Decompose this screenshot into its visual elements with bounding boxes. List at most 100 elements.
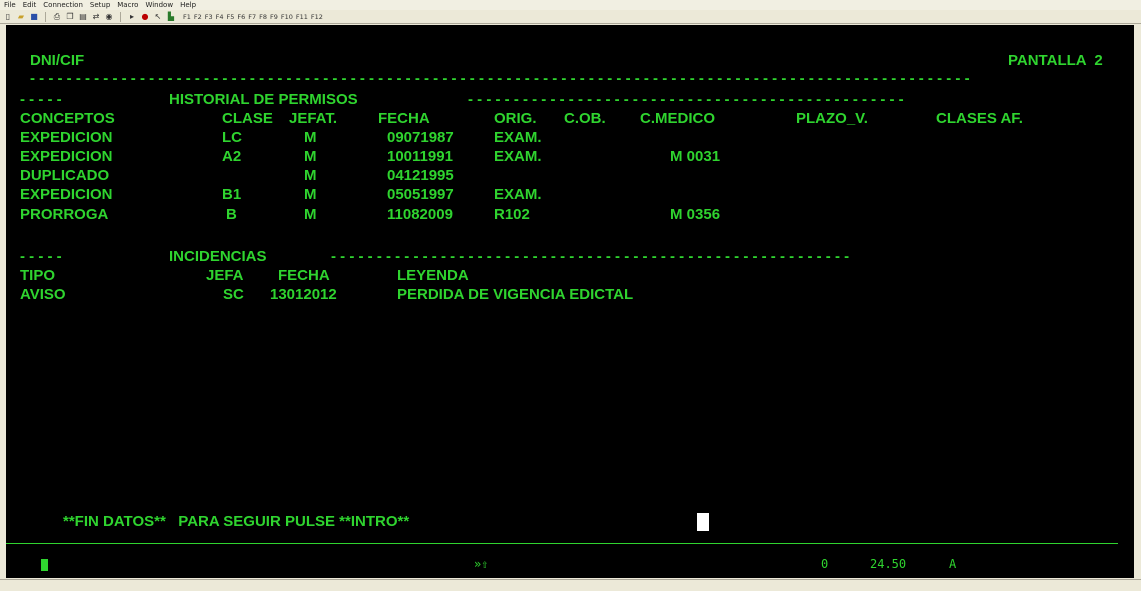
fkey-f8[interactable]: F8 <box>259 13 267 21</box>
cell-concepto: DUPLICADO <box>20 167 110 184</box>
col-cmedico: C.MEDICO <box>640 110 715 127</box>
screen-title: DNI/CIF <box>30 52 85 69</box>
menu-edit[interactable]: Edit <box>23 0 37 10</box>
copy-icon[interactable]: ❐ <box>65 12 75 22</box>
menu-macro[interactable]: Macro <box>117 0 138 10</box>
section-incidencias-row: - - - - - INCIDENCIAS - - - - - - - - - … <box>6 247 1121 266</box>
cell-clase: A2 <box>222 148 242 165</box>
col-leyenda: LEYENDA <box>397 267 469 284</box>
cell-cmedico: M 0031 <box>670 148 721 165</box>
cell-jefat: M <box>304 129 317 146</box>
col-jefat: JEFAT. <box>289 110 338 127</box>
menu-setup[interactable]: Setup <box>90 0 110 10</box>
keyboard-map-icon[interactable]: ▙ <box>166 12 176 22</box>
cell-concepto: EXPEDICION <box>20 186 113 203</box>
fkey-f6[interactable]: F6 <box>237 13 245 21</box>
title-row: DNI/CIF PANTALLA 2 <box>6 51 1103 70</box>
status-indicator-block <box>41 559 48 571</box>
save-icon[interactable]: ■ <box>29 12 39 22</box>
cell-jefa: SC <box>223 286 244 303</box>
function-keys: F1 F2 F3 F4 F5 F6 F7 F8 F9 F10 F11 F12 <box>183 13 323 21</box>
table-row: PRORROGA B M 11082009 R102 M 0356 <box>6 205 720 224</box>
fkey-f2[interactable]: F2 <box>194 13 202 21</box>
cell-fecha: 09071987 <box>387 129 454 146</box>
menu-file[interactable]: File <box>4 0 16 10</box>
toolbar-separator <box>45 11 46 22</box>
col-cob: C.OB. <box>564 110 606 127</box>
text-cursor <box>697 513 709 531</box>
cell-clase: LC <box>222 129 242 146</box>
cell-concepto: EXPEDICION <box>20 148 113 165</box>
new-file-icon[interactable]: ▯ <box>3 12 13 22</box>
col-orig: ORIG. <box>494 110 537 127</box>
status-code: 0 <box>821 557 829 571</box>
cell-jefat: M <box>304 167 317 184</box>
permisos-header-row: CONCEPTOS CLASE JEFAT. FECHA ORIG. C.OB.… <box>6 109 1023 128</box>
col-clases-af: CLASES AF. <box>936 110 1023 127</box>
fkey-f1[interactable]: F1 <box>183 13 191 21</box>
footer-message: **FIN DATOS** PARA SEGUIR PULSE **INTRO*… <box>63 513 410 530</box>
table-row: EXPEDICION A2 M 10011991 EXAM. M 0031 <box>6 147 720 166</box>
section-dashes-left: - - - - - <box>20 91 66 108</box>
record-icon[interactable]: ● <box>140 12 150 22</box>
col-tipo: TIPO <box>20 267 56 284</box>
col-conceptos: CONCEPTOS <box>20 110 115 127</box>
screen-number: PANTALLA 2 <box>1008 52 1103 69</box>
section-historial-row: - - - - - HISTORIAL DE PERMISOS - - - - … <box>6 90 1121 109</box>
cell-jefat: M <box>304 206 317 223</box>
fkey-f4[interactable]: F4 <box>216 13 224 21</box>
cell-jefat: M <box>304 186 317 203</box>
cell-concepto: PRORROGA <box>20 206 109 223</box>
fkey-f12[interactable]: F12 <box>311 13 323 21</box>
col-fecha: FECHA <box>378 110 430 127</box>
window-bottom-edge <box>0 579 1141 591</box>
fkey-f7[interactable]: F7 <box>248 13 256 21</box>
cell-cmedico: M 0356 <box>670 206 721 223</box>
menu-connection[interactable]: Connection <box>43 0 83 10</box>
status-cursor-position: 24.50 <box>870 557 907 571</box>
cell-jefat: M <box>304 148 317 165</box>
cell-orig: EXAM. <box>494 148 542 165</box>
fkey-f10[interactable]: F10 <box>281 13 293 21</box>
menu-bar: File Edit Connection Setup Macro Window … <box>0 0 1141 10</box>
terminal-screen[interactable]: DNI/CIF PANTALLA 2 - - - - - - - - - - -… <box>6 25 1134 578</box>
col-plazo: PLAZO_V. <box>796 110 868 127</box>
play-icon[interactable]: ▸ <box>127 12 137 22</box>
section-historial-heading: HISTORIAL DE PERMISOS <box>169 91 358 108</box>
menu-help[interactable]: Help <box>180 0 196 10</box>
transfer-icon[interactable]: ⇄ <box>91 12 101 22</box>
col-clase: CLASE <box>222 110 273 127</box>
table-row: DUPLICADO M 04121995 <box>6 166 454 185</box>
section-incidencias-heading: INCIDENCIAS <box>169 248 267 265</box>
fkey-f11[interactable]: F11 <box>296 13 308 21</box>
fkey-f5[interactable]: F5 <box>227 13 235 21</box>
cell-fecha: 05051997 <box>387 186 454 203</box>
cell-inc-fecha: 13012012 <box>270 286 337 303</box>
fkey-f9[interactable]: F9 <box>270 13 278 21</box>
fkey-f3[interactable]: F3 <box>205 13 213 21</box>
cell-leyenda: PERDIDA DE VIGENCIA EDICTAL <box>397 286 634 303</box>
print-icon[interactable]: ⎙ <box>52 12 62 22</box>
status-mid: »⇧ <box>474 557 489 571</box>
status-mode: A <box>949 557 957 571</box>
paste-icon[interactable]: ▤ <box>78 12 88 22</box>
col-inc-fecha: FECHA <box>278 267 330 284</box>
section-dashes-right: - - - - - - - - - - - - - - - - - - - - … <box>331 248 850 265</box>
cell-fecha: 11082009 <box>387 206 453 223</box>
help-pointer-icon[interactable]: ↖ <box>153 12 163 22</box>
col-jefa: JEFA <box>206 267 244 284</box>
open-folder-icon[interactable]: ▰ <box>16 12 26 22</box>
dashed-separator: - - - - - - - - - - - - - - - - - - - - … <box>30 70 970 87</box>
cell-fecha: 04121995 <box>387 167 454 184</box>
cell-concepto: EXPEDICION <box>20 129 113 146</box>
table-row: EXPEDICION LC M 09071987 EXAM. <box>6 128 542 147</box>
cell-orig: R102 <box>494 206 530 223</box>
section-dashes-left: - - - - - <box>20 248 66 265</box>
menu-window[interactable]: Window <box>145 0 173 10</box>
cell-orig: EXAM. <box>494 186 542 203</box>
disk-icon[interactable]: ◉ <box>104 12 114 22</box>
cell-fecha: 10011991 <box>387 148 453 165</box>
toolbar-separator <box>120 11 121 22</box>
footer-message-row: **FIN DATOS** PARA SEGUIR PULSE **INTRO*… <box>6 512 409 531</box>
cell-clase: B1 <box>222 186 242 203</box>
